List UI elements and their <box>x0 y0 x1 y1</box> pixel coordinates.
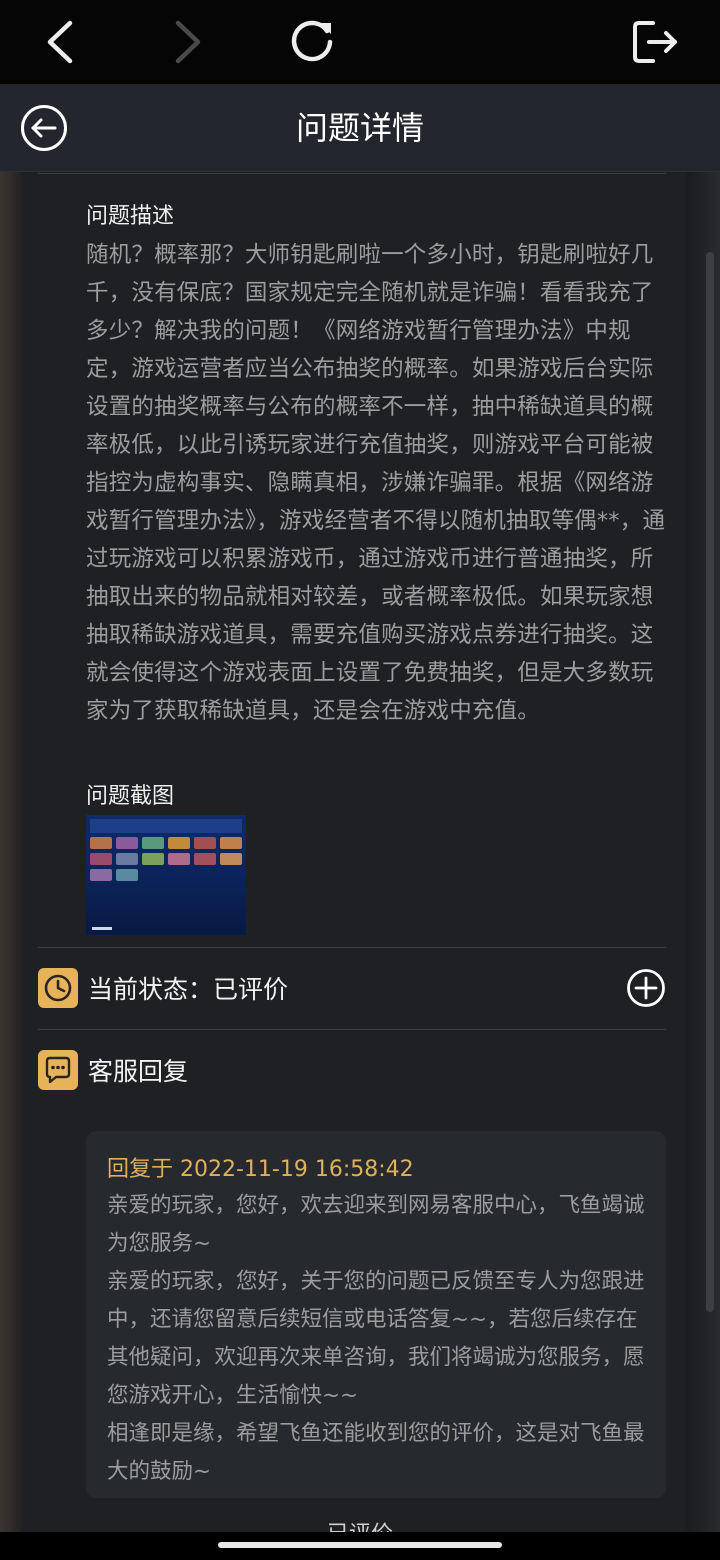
nav-forward-button[interactable] <box>158 14 218 70</box>
thumbnail-tile <box>116 869 138 881</box>
plus-circle-icon <box>627 969 665 1007</box>
nav-back-button[interactable] <box>30 14 90 70</box>
page-header: 问题详情 <box>0 84 720 172</box>
home-indicator[interactable] <box>218 1542 502 1548</box>
clock-icon <box>44 974 72 1002</box>
exit-icon <box>633 21 677 63</box>
divider <box>38 947 666 948</box>
thumbnail-tile <box>90 869 112 881</box>
reply-card: 回复于 2022-11-19 16:58:42 亲爱的玩家，您好，欢去迎来到网易… <box>86 1131 666 1498</box>
thumbnail-tile <box>142 853 164 865</box>
thumbnail-tile <box>168 853 190 865</box>
reply-label: 客服回复 <box>88 1057 189 1086</box>
description-text: 随机？概率那？大师钥匙刷啦一个多小时，钥匙刷啦好几千，没有保底？国家规定完全随机… <box>86 242 666 724</box>
chat-bubble-icon <box>45 1056 71 1084</box>
reply-timestamp: 回复于 2022-11-19 16:58:42 <box>107 1157 414 1182</box>
thumbnail-tile <box>142 837 164 849</box>
reload-icon <box>291 20 333 62</box>
thumbnail-tile <box>194 853 216 865</box>
thumbnail-tile <box>220 837 242 849</box>
thumbnail-tile <box>90 837 112 849</box>
thumbnail-tile <box>116 853 138 865</box>
browser-toolbar <box>0 0 720 84</box>
thumbnail-tile <box>220 853 242 865</box>
status-text: 当前状态：已评价 <box>88 975 289 1004</box>
page-title: 问题详情 <box>295 109 424 147</box>
expand-status-button[interactable] <box>626 968 666 1008</box>
reply-text: 亲爱的玩家，您好，欢去迎来到网易客服中心，飞鱼竭诚为您服务~ 亲爱的玩家，您好，… <box>107 1187 647 1491</box>
thumbnail-tile <box>194 837 216 849</box>
status-icon-box <box>38 968 78 1008</box>
thumbnail-banner <box>90 819 242 833</box>
divider <box>38 173 666 174</box>
next-section-label: 已评价 <box>0 1520 720 1532</box>
thumbnail-tile <box>90 853 112 865</box>
thumbnail-tile <box>116 837 138 849</box>
description-label: 问题描述 <box>86 204 175 229</box>
scrollbar[interactable] <box>706 252 714 1312</box>
divider <box>38 1029 666 1030</box>
thumbnail-tile <box>168 837 190 849</box>
reply-line: 亲爱的玩家，您好，欢去迎来到网易客服中心，飞鱼竭诚为您服务~ 亲爱的玩家，您好，… <box>107 1193 645 1484</box>
chevron-left-icon <box>47 20 73 64</box>
screenshot-thumbnail[interactable] <box>86 815 246 935</box>
screenshot-label: 问题截图 <box>86 784 175 809</box>
exit-button[interactable] <box>626 14 686 70</box>
thumbnail-detail <box>92 927 112 930</box>
chevron-right-icon <box>175 20 201 64</box>
reply-icon-box <box>38 1050 78 1090</box>
reload-button[interactable] <box>282 14 342 70</box>
